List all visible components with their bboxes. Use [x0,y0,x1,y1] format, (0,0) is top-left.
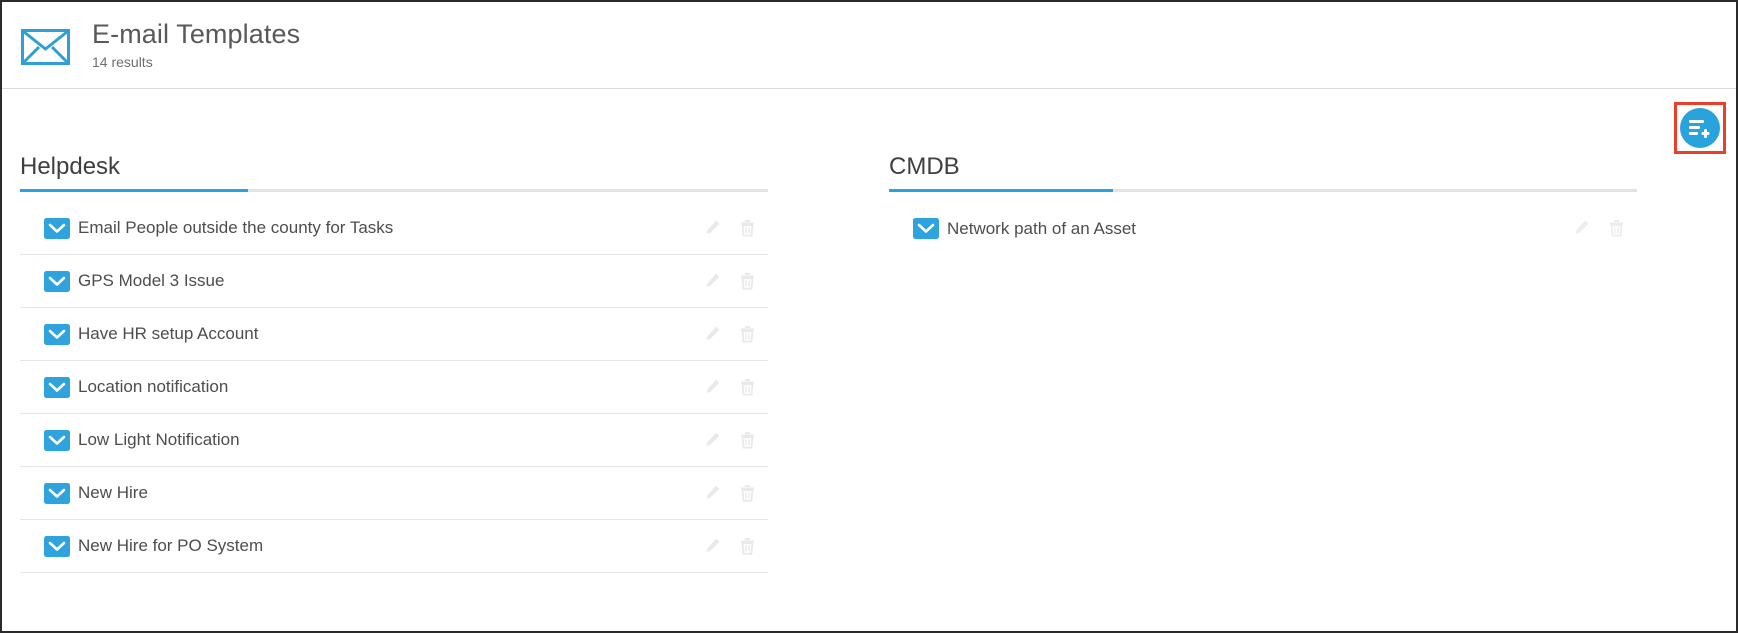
templates-columns: Helpdesk Email People outside the county… [2,90,1736,631]
template-row[interactable]: Low Light Notification [20,414,768,467]
pencil-icon[interactable] [704,325,721,344]
template-name: New Hire for PO System [78,536,264,555]
template-row[interactable]: New Hire [20,467,768,520]
template-row[interactable]: Email People outside the county for Task… [20,202,768,255]
envelope-outline-icon [20,22,72,65]
template-name: GPS Model 3 Issue [78,271,225,290]
row-actions [704,378,756,397]
pencil-icon[interactable] [704,378,721,397]
trash-icon[interactable] [1608,219,1625,238]
results-count: 14 results [92,54,153,70]
trash-icon[interactable] [739,272,756,291]
row-actions [704,219,756,238]
template-row[interactable]: New Hire for PO System [20,520,768,573]
pencil-icon[interactable] [1573,219,1590,238]
envelope-icon [32,217,70,239]
section-title: CMDB [889,153,960,180]
template-row[interactable]: GPS Model 3 Issue [20,255,768,308]
template-name: Email People outside the county for Task… [78,218,394,237]
column-helpdesk: Helpdesk Email People outside the county… [2,90,871,631]
pencil-icon[interactable] [704,219,721,238]
template-name: Have HR setup Account [78,324,259,343]
template-row[interactable]: Network path of an Asset [889,202,1637,255]
page-title: E-mail Templates [92,19,301,49]
row-actions [704,272,756,291]
envelope-icon [32,482,70,504]
trash-icon[interactable] [739,219,756,238]
section-rule-active [20,189,248,192]
row-actions [1573,219,1625,238]
trash-icon[interactable] [739,431,756,450]
envelope-icon [32,429,70,451]
template-name: Location notification [78,377,229,396]
template-name: New Hire [78,483,148,502]
section-header-cmdb: CMDB [889,152,1736,192]
template-row[interactable]: Location notification [20,361,768,414]
page-header: E-mail Templates 14 results [2,2,1736,89]
row-actions [704,325,756,344]
envelope-icon [32,376,70,398]
envelope-icon [901,218,939,239]
section-title: Helpdesk [20,153,121,180]
pencil-icon[interactable] [704,431,721,450]
trash-icon[interactable] [739,325,756,344]
row-actions [704,431,756,450]
trash-icon[interactable] [739,378,756,397]
trash-icon[interactable] [739,484,756,503]
section-header-helpdesk: Helpdesk [20,152,871,192]
row-actions [704,484,756,503]
section-rule-active [889,189,1113,192]
template-row[interactable]: Have HR setup Account [20,308,768,361]
trash-icon[interactable] [739,537,756,556]
template-name: Network path of an Asset [947,218,1136,238]
pencil-icon[interactable] [704,484,721,503]
envelope-icon [32,270,70,292]
envelope-icon [32,323,70,345]
template-list-cmdb: Network path of an Asset [889,202,1637,255]
column-cmdb: CMDB Network path of an Asset [871,90,1736,631]
envelope-icon [32,535,70,557]
template-name: Low Light Notification [78,430,240,449]
template-list-helpdesk: Email People outside the county for Task… [20,202,768,573]
pencil-icon[interactable] [704,537,721,556]
pencil-icon[interactable] [704,272,721,291]
row-actions [704,537,756,556]
email-templates-page: E-mail Templates 14 results Helpdesk Ema… [0,0,1738,633]
